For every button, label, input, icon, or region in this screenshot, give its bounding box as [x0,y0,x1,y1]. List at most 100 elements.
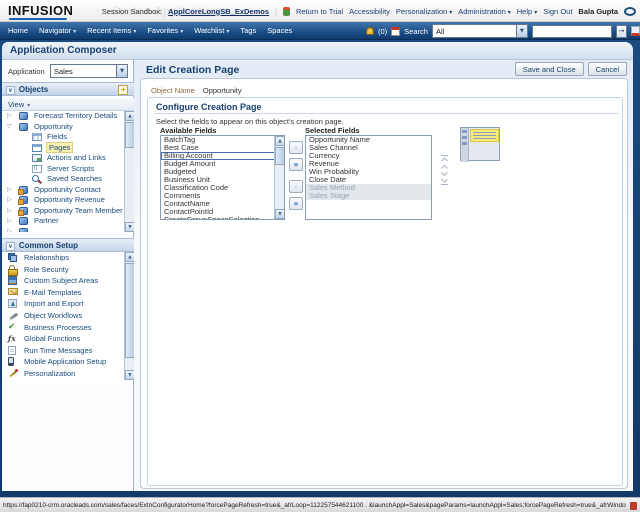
tree-item-label: Opportunity [34,122,73,131]
selected-fields-listbox[interactable]: Opportunity Name Sales Channel Currency … [305,135,432,220]
scroll-up-icon[interactable]: ▲ [275,136,285,146]
security-zone-icon [630,502,637,510]
common-setup-item-personalization[interactable]: Personalization [2,368,134,380]
common-setup-item-object-workflows[interactable]: Object Workflows [2,310,134,322]
scroll-up-icon[interactable]: ▲ [125,252,134,262]
save-and-close-button[interactable]: Save and Close [515,62,584,76]
item-label: Relationships [24,253,69,262]
advanced-search-icon[interactable] [631,26,640,36]
available-fields-label: Available Fields [160,126,216,135]
tree-item-saved-searches[interactable]: Saved Searches [2,174,134,185]
application-select[interactable]: Sales ▼ [50,64,128,78]
available-list-scrollbar[interactable]: ▲ ▼ [274,136,284,219]
view-menu[interactable]: View [8,100,30,109]
nav-menu: Home Navigator Recent Items Favorites Wa… [8,22,292,39]
nav-tags[interactable]: Tags [240,26,256,35]
move-selected-left-button[interactable]: ‹ [289,180,303,193]
child-object-icon [19,186,28,194]
common-setup-item-business-processes[interactable]: ✔ Business Processes [2,322,134,334]
common-setup-item-mobile-application-setup[interactable]: Mobile Application Setup [2,356,134,368]
alerts-bell-icon[interactable] [366,27,374,35]
common-setup-scrollbar[interactable]: ▲ ▼ [124,252,134,380]
tree-item-pages[interactable]: Pages [2,143,134,154]
search-go-button[interactable]: → [616,25,627,38]
collapse-icon[interactable] [6,85,15,94]
instruction-text: Select the fields to appear on this obje… [156,117,344,126]
move-up-button[interactable] [439,158,450,166]
tree-item-opportunity-contact[interactable]: ▷ Opportunity Contact [2,185,134,196]
move-top-button[interactable] [439,150,450,158]
expand-icon[interactable]: ▷ [7,196,12,203]
preview-highlighted-region [470,129,499,142]
scrollbar-thumb[interactable] [125,263,134,358]
common-setup-item-import-export[interactable]: Import and Export [2,298,134,310]
move-all-left-button[interactable]: « [289,197,303,210]
common-setup-item-email-templates[interactable]: E-Mail Templates [2,287,134,299]
expand-icon[interactable]: ▷ [7,112,12,119]
scroll-down-icon[interactable]: ▼ [275,209,285,219]
common-setup-item-custom-subject-areas[interactable]: Custom Subject Areas [2,275,134,287]
mobile-device-icon [8,357,14,366]
available-field-option[interactable]: CreateGroupSpaceSelection [161,216,284,220]
scrollbar-thumb[interactable] [275,147,285,165]
child-object-icon [19,196,28,204]
expand-icon[interactable]: ▷ [7,186,12,193]
common-setup-item-run-time-messages[interactable]: Run Time Messages [2,345,134,357]
session-sandbox-link[interactable]: ApplCoreLongSB_ExDemos [168,7,269,16]
nav-navigator[interactable]: Navigator [39,26,76,35]
tree-item-opportunity-team-member[interactable]: ▷ Opportunity Team Member [2,206,134,217]
tree-scrollbar[interactable]: ▲ ▼ [124,111,134,232]
scroll-down-icon[interactable]: ▼ [125,370,134,380]
nav-recent-items[interactable]: Recent Items [87,26,136,35]
nav-home[interactable]: Home [8,26,28,35]
tree-item-forecast-territory-details[interactable]: ▷ Forecast Territory Details [2,111,134,122]
application-value: Sales [51,67,116,76]
tree-item-opportunity-revenue[interactable]: ▷ Opportunity Revenue [2,195,134,206]
nav-spaces[interactable]: Spaces [267,26,292,35]
common-setup-header[interactable]: Common Setup [2,238,134,252]
scroll-up-icon[interactable]: ▲ [125,111,134,121]
tree-item-label: Actions and Links [47,153,106,162]
common-setup-item-role-security[interactable]: Role Security [2,264,134,276]
tree-item-opportunity[interactable]: ▽ Opportunity [2,122,134,133]
tree-item-label: Partner [34,216,59,225]
help-menu[interactable]: Help [517,7,537,16]
return-to-trial-link[interactable]: Return to Trial [296,7,343,16]
accessibility-link[interactable]: Accessibility [349,7,390,16]
object-cube-icon [19,217,28,225]
object-cube-icon [19,112,28,120]
create-object-icon[interactable] [118,85,128,95]
tree-item-partner[interactable]: ▷ Partner [2,216,134,227]
cancel-button[interactable]: Cancel [588,62,627,76]
common-setup-item-relationships[interactable]: Relationships [2,252,134,264]
move-bottom-button[interactable] [439,174,450,182]
tree-item-server-scripts[interactable]: Server Scripts [2,164,134,175]
common-setup-item-global-functions[interactable]: ƒx Global Functions [2,333,134,345]
move-down-button[interactable] [439,166,450,174]
collapse-tree-icon[interactable]: ▽ [7,123,12,130]
calendar-icon[interactable] [391,27,400,36]
tree-item-actions-and-links[interactable]: Actions and Links [2,153,134,164]
expand-icon[interactable]: ▷ [7,228,12,233]
global-search-input[interactable] [532,25,612,38]
tree-item-clipped[interactable]: ▷ [2,227,134,233]
expand-icon[interactable]: ▷ [7,207,12,214]
import-export-icon [8,299,17,308]
expand-icon[interactable]: ▷ [7,217,12,224]
nav-favorites[interactable]: Favorites [147,26,183,35]
subject-areas-icon [8,276,17,285]
scroll-down-icon[interactable]: ▼ [125,222,134,232]
global-header: INFUSION Fusion Applications Session San… [0,0,640,22]
tree-item-fields[interactable]: Fields [2,132,134,143]
administration-menu[interactable]: Administration [458,7,511,16]
collapse-icon[interactable] [6,241,15,250]
move-selected-right-button[interactable]: › [289,141,303,154]
personalization-menu[interactable]: Personalization [396,7,452,16]
nav-watchlist[interactable]: Watchlist [194,26,229,35]
available-fields-listbox[interactable]: BatchTag Best Case Billing Account Budge… [160,135,285,220]
sign-out-link[interactable]: Sign Out [543,7,572,16]
search-scope-select[interactable]: All ▼ [432,24,528,38]
scrollbar-thumb[interactable] [125,122,134,148]
objects-section-header[interactable]: Objects [2,82,134,96]
move-all-right-button[interactable]: » [289,158,303,171]
